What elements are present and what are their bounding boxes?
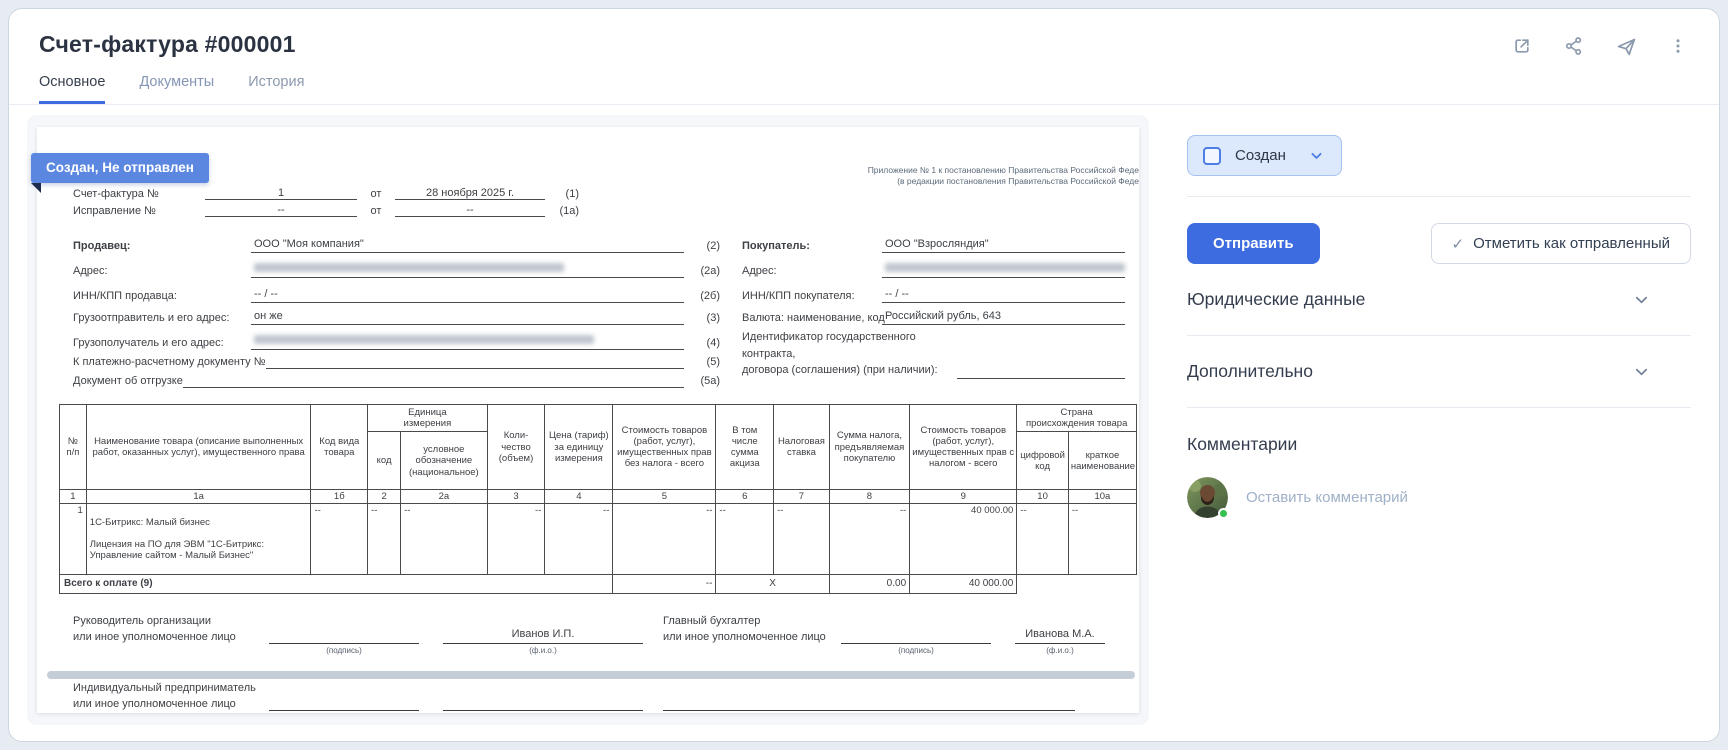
item-name: 1С-Битрикс: Малый бизнес Лицензия на ПО … — [86, 504, 311, 574]
col-header-num: № п/п — [60, 405, 87, 490]
col-header-name: Наименование товара (описание выполненны… — [86, 405, 311, 490]
buyer-address-row: Адрес: — [742, 253, 1125, 278]
sidebar-divider — [1187, 196, 1691, 197]
header-actions — [1511, 35, 1689, 57]
payment-doc-row: К платежно-расчетному документу № (5) — [73, 350, 720, 369]
status-ribbon: Создан, Не отправлен — [31, 153, 209, 183]
column-numbers-row: 1 1а 1б 2 2а 3 4 5 6 7 8 9 10 10а — [60, 490, 1137, 504]
comment-entry: Оставить комментарий — [1187, 477, 1691, 518]
chevron-down-icon — [1634, 364, 1649, 379]
col-header-unit-code: код — [368, 432, 401, 490]
entrepreneur-role: Индивидуальный предприниматель или иное … — [73, 681, 269, 713]
col-header-tax-rate: Налоговая ставка — [774, 405, 830, 490]
correction-number-row: Исправление № -- от -- (1а) — [73, 200, 1125, 217]
share-icon[interactable] — [1563, 35, 1585, 57]
col-header-cost-no-tax: Стоимость товаров (работ, услуг), имущес… — [613, 405, 716, 490]
col-header-excise: В том числе сумма акциза — [716, 405, 774, 490]
redacted-consignee-address — [254, 335, 594, 344]
invoice-sheet: Приложение № 1 к постановлению Правитель… — [37, 127, 1139, 713]
col-header-country-name: краткое наименование — [1068, 432, 1136, 490]
invoice-date-value: 28 ноября 2025 г. — [395, 187, 545, 200]
redacted-buyer-address — [885, 263, 1125, 272]
entrepreneur-registration-line — [663, 695, 1075, 711]
entrepreneur-signature-line — [269, 695, 419, 711]
leave-comment-input[interactable]: Оставить комментарий — [1246, 489, 1408, 506]
seller-column: Продавец: ООО "Моя компания" (2) Адрес: … — [73, 231, 720, 388]
check-icon: ✓ — [1452, 235, 1465, 253]
tab-documents[interactable]: Документы — [139, 74, 214, 104]
invoice-number-block: Счет-фактура № 1 от 28 ноября 2025 г. (1… — [73, 183, 1125, 217]
invoice-items-table: № п/п Наименование товара (описание выпо… — [59, 404, 1137, 594]
col-header-qty: Коли- чество (объем) — [487, 405, 545, 490]
accountant-name: Иванова М.А. — [1015, 628, 1105, 644]
mark-as-sent-button[interactable]: ✓ Отметить как отправленный — [1431, 223, 1691, 264]
consignee-row: Грузополучатель и его адрес: (4) — [73, 325, 720, 350]
col-header-price: Цена (тариф) за единицу измерения — [545, 405, 613, 490]
buyer-column: Покупатель: ООО "Взросляндия" Адрес: ИНН… — [742, 231, 1125, 388]
status-select-label: Создан — [1235, 147, 1286, 164]
page-header: Счет-фактура #000001 Основное Документы … — [9, 9, 1719, 105]
head-accountant-signature-row: Руководитель организации или иное уполно… — [73, 614, 1125, 655]
head-role: Руководитель организации или иное уполно… — [73, 614, 269, 646]
invoice-number-value: 1 — [205, 187, 357, 200]
chevron-down-icon — [1310, 149, 1323, 162]
online-status-dot — [1218, 508, 1229, 519]
buyer-row: Покупатель: ООО "Взросляндия" — [742, 231, 1125, 253]
tab-history[interactable]: История — [248, 74, 304, 104]
col-header-cost-with-tax: Стоимость товаров (работ, услуг), имущес… — [910, 405, 1017, 490]
seller-inn-row: ИНН/КПП продавца: -- / -- (2б) — [73, 278, 720, 303]
item-num: 1 — [60, 504, 87, 574]
tab-bar: Основное Документы История — [39, 74, 1691, 104]
redacted-seller-address — [254, 263, 564, 272]
head-name: Иванов И.П. — [443, 628, 643, 644]
total-row: Всего к оплате (9) -- X 0.00 40 000.00 — [60, 574, 1137, 593]
content-area: Создан, Не отправлен Приложение № 1 к по… — [9, 105, 1719, 741]
consignor-row: Грузоотправитель и его адрес: он же (3) — [73, 303, 720, 325]
col-header-country-group: Страна происхождения товара — [1017, 405, 1137, 432]
entrepreneur-signature-row: Индивидуальный предприниматель или иное … — [73, 681, 1125, 713]
parties-block: Продавец: ООО "Моя компания" (2) Адрес: … — [73, 231, 1125, 388]
col-header-tax-sum: Сумма налога, предъявляемая покупателю — [829, 405, 909, 490]
user-avatar — [1187, 477, 1228, 518]
col-header-country-code: цифровой код — [1017, 432, 1069, 490]
more-options-icon[interactable] — [1667, 35, 1689, 57]
comments-section: Комментарии — [1187, 434, 1691, 518]
seller-row: Продавец: ООО "Моя компания" (2) — [73, 231, 720, 253]
shipping-doc-row: Документ об отгрузке (5а) — [73, 369, 720, 388]
buyer-inn-row: ИНН/КПП покупателя: -- / -- — [742, 278, 1125, 303]
open-in-new-window-icon[interactable] — [1511, 35, 1533, 57]
total-label: Всего к оплате (9) — [60, 574, 613, 593]
action-buttons-row: Отправить ✓ Отметить как отправленный — [1187, 223, 1691, 264]
head-signature-line — [269, 628, 419, 644]
col-header-unit-symbol: условное обозначение (национальное) — [401, 432, 488, 490]
currency-row: Валюта: наименование, код Российский руб… — [742, 303, 1125, 325]
comments-title: Комментарии — [1187, 434, 1691, 455]
item-row: 1 1С-Битрикс: Малый бизнес Лицензия на П… — [60, 504, 1137, 574]
horizontal-scrollbar[interactable] — [47, 671, 1135, 679]
seller-address-row: Адрес: (2а) — [73, 253, 720, 278]
entrepreneur-name-line — [443, 695, 643, 711]
send-button[interactable]: Отправить — [1187, 223, 1320, 264]
chevron-down-icon — [1634, 292, 1649, 307]
status-checkbox-icon — [1203, 147, 1221, 165]
item-cost-with-tax: 40 000.00 — [910, 504, 1017, 574]
total-cost-with-tax: 40 000.00 — [910, 574, 1017, 593]
signatures-block: Руководитель организации или иное уполно… — [73, 614, 1125, 713]
document-preview-panel: Создан, Не отправлен Приложение № 1 к по… — [27, 115, 1149, 725]
col-header-unit-group: Единица измерения — [368, 405, 488, 432]
total-tax-sum: 0.00 — [829, 574, 909, 593]
accountant-role: Главный бухгалтер или иное уполномоченно… — [663, 614, 841, 646]
status-select[interactable]: Создан — [1187, 135, 1342, 176]
tab-main[interactable]: Основное — [39, 74, 105, 104]
section-legal-data[interactable]: Юридические данные — [1187, 264, 1691, 336]
page-title: Счет-фактура #000001 — [39, 31, 1691, 58]
section-additional[interactable]: Дополнительно — [1187, 336, 1691, 408]
send-icon[interactable] — [1615, 35, 1637, 57]
regulation-note: Приложение № 1 к постановлению Правитель… — [868, 165, 1139, 188]
right-sidebar: Создан Отправить ✓ Отметить как отправле… — [1149, 105, 1719, 741]
accountant-signature-line — [841, 628, 991, 644]
col-header-kind-code: Код вида товара — [311, 405, 368, 490]
invoice-detail-card: Счет-фактура #000001 Основное Документы … — [8, 8, 1720, 742]
contract-id-row: Идентификатор государственного контракта… — [742, 329, 1125, 379]
